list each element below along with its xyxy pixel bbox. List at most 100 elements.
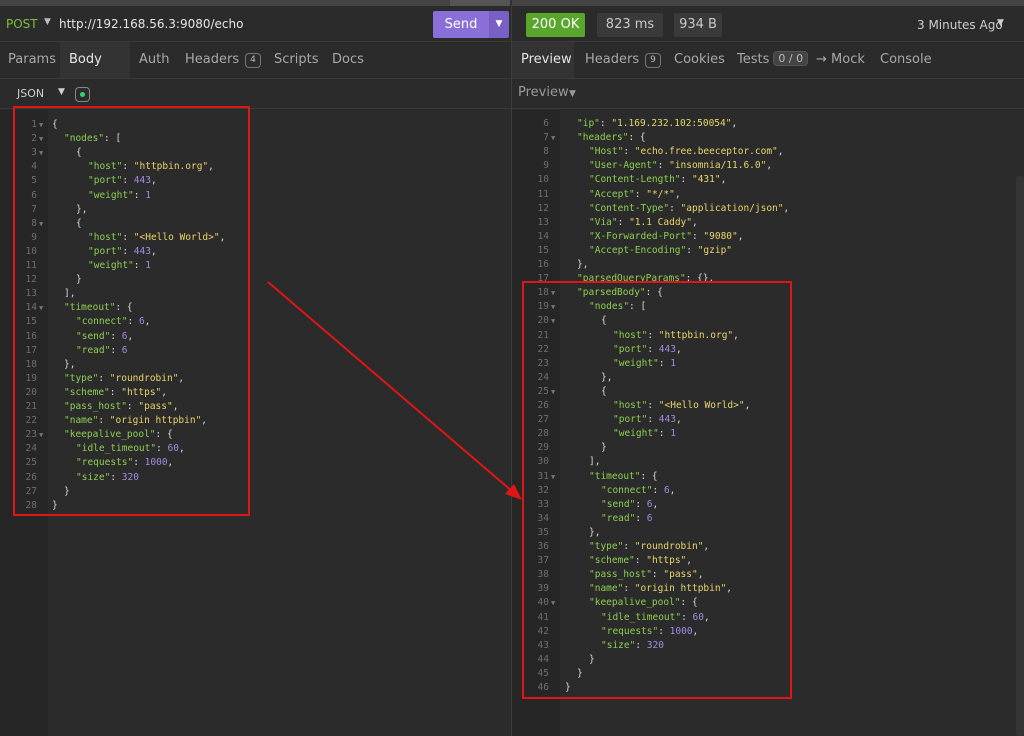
line-number: 11 bbox=[537, 188, 549, 200]
tab-label: Params bbox=[8, 52, 56, 67]
code-token: : bbox=[634, 188, 647, 200]
response-size-badge: 934 B bbox=[674, 13, 722, 37]
code-line: 6 "ip": "1.169.232.102:50054", bbox=[512, 117, 1023, 131]
code-token: , bbox=[674, 188, 681, 200]
code-token: "Content-Length" bbox=[589, 174, 681, 186]
tab-cookies[interactable]: Cookies bbox=[674, 42, 725, 78]
tab-label: Tests bbox=[737, 52, 770, 67]
code-text: "Host": "echo.free.beeceptor.com", bbox=[589, 145, 784, 159]
tab-headers[interactable]: Headers 4 bbox=[185, 42, 261, 78]
code-text: "Accept": "*/*", bbox=[589, 188, 681, 202]
code-token: , bbox=[783, 202, 790, 214]
code-text: "Content-Type": "application/json", bbox=[589, 202, 789, 216]
code-token: : bbox=[691, 230, 704, 242]
tab-label: Console bbox=[880, 52, 932, 67]
chevron-down-icon[interactable]: ▼ bbox=[569, 89, 576, 99]
code-token: "Accept-Encoding" bbox=[589, 244, 687, 256]
history-select[interactable]: 3 Minutes Ago bbox=[917, 18, 1003, 32]
code-token: "X-Forwarded-Port" bbox=[589, 230, 692, 242]
scrollbar[interactable] bbox=[1016, 176, 1024, 736]
tab-auth[interactable]: Auth bbox=[139, 42, 169, 78]
send-options-chevron-icon[interactable]: ▼ bbox=[489, 11, 509, 38]
tab-preview[interactable]: Preview bbox=[512, 42, 574, 78]
preview-mode-select[interactable]: Preview bbox=[518, 85, 569, 100]
line-number: 6 bbox=[543, 118, 549, 129]
code-token: "headers" bbox=[577, 132, 629, 144]
tab-label: Preview bbox=[521, 52, 572, 67]
code-text: "headers": { bbox=[577, 131, 646, 145]
code-token: "Via" bbox=[589, 216, 618, 228]
tab-response-headers[interactable]: Headers 9 bbox=[585, 42, 661, 78]
chevron-down-icon[interactable]: ▼ bbox=[44, 17, 51, 27]
code-line: 14 "X-Forwarded-Port": "9080", bbox=[512, 230, 1023, 244]
code-token: : bbox=[617, 216, 630, 228]
code-line: 12 "Content-Type": "application/json", bbox=[512, 202, 1023, 216]
code-token: : bbox=[623, 146, 635, 158]
code-token: "User-Agent" bbox=[589, 160, 658, 172]
tab-console[interactable]: Console bbox=[880, 42, 932, 78]
response-tabs: Preview Headers 9 Cookies Tests 0 / 0 → Mo… bbox=[512, 42, 1024, 79]
code-line: 16}, bbox=[512, 258, 1023, 272]
code-line: 15 "Accept-Encoding": "gzip" bbox=[512, 244, 1023, 258]
code-token: "Host" bbox=[589, 146, 624, 158]
response-pane: 200 OK 823 ms 934 B 3 Minutes Ago ▼ Prev… bbox=[512, 6, 1024, 736]
response-time-badge: 823 ms bbox=[597, 13, 663, 37]
code-text: "Content-Length": "431", bbox=[589, 173, 726, 187]
request-tabs: Params Body Auth Headers 4 Scripts Docs bbox=[0, 42, 511, 102]
code-line: 7 ▼ "headers": { bbox=[512, 131, 1023, 145]
code-token: , bbox=[737, 230, 744, 242]
body-type-select[interactable]: JSON bbox=[17, 87, 44, 100]
code-text: "User-Agent": "insomnia/11.6.0", bbox=[589, 159, 772, 173]
tab-docs[interactable]: Docs bbox=[332, 42, 364, 78]
code-token: : bbox=[657, 160, 670, 172]
chevron-down-icon[interactable]: ▼ bbox=[58, 87, 65, 97]
line-number: 14 bbox=[537, 230, 549, 242]
code-line: 13 "Via": "1.1 Caddy", bbox=[512, 216, 1023, 230]
tests-count-badge: 0 / 0 bbox=[773, 51, 809, 66]
code-token: , bbox=[777, 146, 784, 158]
code-token: "Content-Type" bbox=[589, 202, 670, 214]
code-token: "1.169.232.102:50054" bbox=[611, 118, 732, 129]
code-token: : bbox=[680, 174, 692, 186]
tab-body[interactable]: Body bbox=[60, 42, 130, 102]
code-token: }, bbox=[577, 259, 589, 270]
url-input[interactable]: http://192.168.56.3:9080/echo bbox=[59, 17, 243, 31]
line-number: 9 bbox=[543, 160, 549, 172]
tab-tests[interactable]: Tests 0 / 0 bbox=[737, 42, 809, 78]
line-number: 7 bbox=[543, 132, 549, 144]
code-line: 11 "Accept": "*/*", bbox=[512, 188, 1023, 202]
method-select[interactable]: POST bbox=[6, 17, 38, 31]
fold-chevron-icon[interactable]: ▼ bbox=[551, 131, 555, 145]
tab-scripts[interactable]: Scripts bbox=[274, 42, 318, 78]
preview-mode-bar: Preview ▼ bbox=[512, 79, 1024, 109]
code-token: , bbox=[731, 118, 738, 129]
code-line: 9 "User-Agent": "insomnia/11.6.0", bbox=[512, 159, 1023, 173]
code-token: "ip" bbox=[577, 118, 600, 129]
code-token: "9080" bbox=[703, 230, 738, 242]
headers-count-badge: 4 bbox=[245, 53, 261, 68]
chevron-down-icon[interactable]: ▼ bbox=[997, 18, 1004, 28]
code-token: "gzip" bbox=[697, 244, 733, 256]
request-pane: POST ▼ http://192.168.56.3:9080/echo Sen… bbox=[0, 6, 511, 736]
code-token: , bbox=[766, 160, 773, 172]
code-token: , bbox=[691, 216, 698, 228]
send-button[interactable]: Send bbox=[433, 11, 489, 38]
code-token: : { bbox=[628, 132, 646, 144]
url-bar: POST ▼ http://192.168.56.3:9080/echo Sen… bbox=[0, 6, 511, 42]
code-token: , bbox=[720, 174, 727, 186]
line-number: 8 bbox=[543, 146, 549, 158]
tab-label: Mock bbox=[831, 52, 865, 67]
code-token: "431" bbox=[691, 174, 721, 186]
code-line: 10 "Content-Length": "431", bbox=[512, 173, 1023, 187]
code-token: : bbox=[669, 202, 681, 214]
arrow-right-icon: → bbox=[816, 52, 832, 67]
tab-label: Headers bbox=[585, 52, 640, 67]
headers-count-badge: 9 bbox=[645, 53, 661, 68]
tab-mock[interactable]: → Mock bbox=[816, 42, 865, 78]
tab-label: Docs bbox=[332, 52, 364, 67]
code-token: : bbox=[599, 118, 612, 129]
tab-label: Cookies bbox=[674, 52, 725, 67]
code-token: "1.1 Caddy" bbox=[629, 216, 692, 228]
tab-params[interactable]: Params bbox=[8, 42, 56, 78]
code-token: "echo.free.beeceptor.com" bbox=[634, 146, 778, 158]
